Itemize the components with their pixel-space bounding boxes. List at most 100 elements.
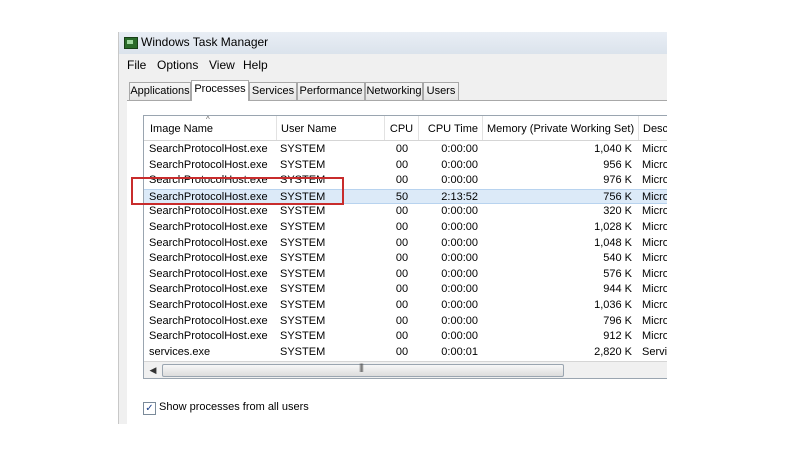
table-row[interactable]: SearchProtocolHost.exe SYSTEM 00 0:00:00 912…: [144, 329, 667, 345]
table-row[interactable]: SearchProtocolHost.exe SYSTEM 00 0:00:00 540…: [144, 251, 667, 267]
column-memory[interactable]: Memory (Private Working Set): [483, 116, 639, 140]
scrollbar-grip-icon: |||: [359, 362, 364, 372]
cell-name: SearchProtocolHost.exe: [149, 190, 268, 203]
cell-time: 0:00:00: [441, 267, 478, 280]
table-row[interactable]: services.exe SYSTEM 00 0:00:01 2,820 K Servic: [144, 345, 667, 361]
cell-desc: Micros: [642, 283, 667, 296]
cell-cpu: 00: [395, 330, 409, 343]
tab-services[interactable]: Services: [249, 82, 297, 100]
cell-time: 0:00:01: [441, 345, 478, 358]
cell-mem: 320 K: [603, 205, 632, 218]
cell-desc: Micros: [642, 221, 667, 233]
title-bar[interactable]: Windows Task Manager: [119, 32, 667, 54]
task-manager-window: Windows Task Manager File Options View H…: [118, 32, 667, 424]
column-cpu[interactable]: CPU: [385, 116, 419, 140]
cell-cpu: 00: [395, 221, 409, 233]
tab-networking[interactable]: Networking: [365, 82, 423, 100]
cell-name: SearchProtocolHost.exe: [149, 143, 268, 155]
menu-view[interactable]: View: [209, 58, 235, 72]
cell-time: 0:00:00: [441, 330, 478, 343]
cell-user: SYSTEM: [280, 299, 326, 311]
tab-applications[interactable]: Applications: [129, 82, 191, 100]
cell-cpu: 00: [395, 267, 409, 280]
cell-time: 0:00:00: [441, 299, 478, 311]
sort-ascending-icon: ^: [206, 116, 210, 124]
cell-desc: Micros: [642, 252, 667, 265]
table-row[interactable]: SearchProtocolHost.exe SYSTEM 00 0:00:00 796…: [144, 314, 667, 330]
cell-name: SearchProtocolHost.exe: [149, 174, 268, 187]
cell-name: SearchProtocolHost.exe: [149, 205, 268, 218]
cell-name: SearchProtocolHost.exe: [149, 221, 268, 233]
horizontal-scrollbar[interactable]: ◀ |||: [144, 361, 667, 378]
cell-desc: Micros: [642, 158, 667, 171]
show-all-users-checkbox[interactable]: ✓: [143, 402, 156, 415]
table-row[interactable]: SearchProtocolHost.exe SYSTEM 00 0:00:00 576…: [144, 267, 667, 283]
column-cpu-time[interactable]: CPU Time: [419, 116, 483, 140]
cell-mem: 1,036 K: [594, 299, 632, 311]
cell-desc: Micros: [642, 205, 667, 218]
cell-user: SYSTEM: [280, 314, 326, 327]
menu-help[interactable]: Help: [243, 58, 268, 72]
cell-user: SYSTEM: [280, 205, 326, 218]
cell-name: SearchProtocolHost.exe: [149, 158, 268, 171]
cell-mem: 1,040 K: [594, 143, 632, 155]
cell-user: SYSTEM: [280, 174, 326, 187]
scroll-left-arrow-icon[interactable]: ◀: [146, 363, 160, 377]
cell-desc: Micros: [642, 174, 667, 187]
window-title: Windows Task Manager: [141, 35, 269, 49]
cell-user: SYSTEM: [280, 236, 326, 249]
cell-mem: 756 K: [603, 190, 632, 203]
table-row[interactable]: SearchProtocolHost.exe SYSTEM 00 0:00:00 1,0…: [144, 142, 667, 158]
cell-mem: 912 K: [603, 330, 632, 343]
cell-cpu: 00: [395, 345, 409, 358]
table-row[interactable]: SearchProtocolHost.exe SYSTEM 00 0:00:00 1,0…: [144, 220, 667, 236]
cell-desc: Servic: [642, 345, 667, 358]
cell-name: SearchProtocolHost.exe: [149, 299, 268, 311]
cell-desc: Micros: [642, 267, 667, 280]
table-row[interactable]: SearchProtocolHost.exe SYSTEM 00 0:00:00 1,0…: [144, 236, 667, 252]
cell-time: 0:00:00: [441, 221, 478, 233]
table-row[interactable]: SearchProtocolHost.exe SYSTEM 50 2:13:52 756…: [144, 188, 667, 205]
cell-mem: 2,820 K: [594, 345, 632, 358]
tab-processes[interactable]: Processes: [191, 80, 249, 101]
cell-desc: Micros: [642, 190, 667, 203]
cell-mem: 1,048 K: [594, 236, 632, 249]
check-icon: ✓: [145, 403, 154, 414]
tab-performance[interactable]: Performance: [297, 82, 365, 100]
table-row[interactable]: SearchProtocolHost.exe SYSTEM 00 0:00:00 320…: [144, 204, 667, 220]
cell-mem: 956 K: [603, 158, 632, 171]
tab-users[interactable]: Users: [423, 82, 459, 100]
menu-file[interactable]: File: [127, 58, 146, 72]
cell-user: SYSTEM: [280, 190, 326, 203]
cell-desc: Micros: [642, 299, 667, 311]
cell-time: 0:00:00: [441, 314, 478, 327]
column-header-row: Image Name ^ User Name CPU CPU Time Memo…: [144, 116, 667, 141]
cell-name: SearchProtocolHost.exe: [149, 267, 268, 280]
cell-cpu: 00: [395, 236, 409, 249]
column-description[interactable]: Descr: [639, 116, 667, 140]
cell-user: SYSTEM: [280, 143, 326, 155]
menu-options[interactable]: Options: [157, 58, 198, 72]
cell-cpu: 50: [395, 190, 409, 203]
process-list[interactable]: Image Name ^ User Name CPU CPU Time Memo…: [143, 115, 667, 379]
cell-mem: 540 K: [603, 252, 632, 265]
cell-time: 0:00:00: [441, 158, 478, 171]
cell-time: 0:00:00: [441, 252, 478, 265]
cell-name: SearchProtocolHost.exe: [149, 330, 268, 343]
column-user-name[interactable]: User Name: [277, 116, 385, 140]
table-row[interactable]: SearchProtocolHost.exe SYSTEM 00 0:00:00 976…: [144, 173, 667, 189]
cell-time: 2:13:52: [441, 190, 478, 203]
cell-user: SYSTEM: [280, 267, 326, 280]
cell-cpu: 00: [395, 143, 409, 155]
table-row[interactable]: SearchProtocolHost.exe SYSTEM 00 0:00:00 956…: [144, 158, 667, 174]
table-row[interactable]: SearchProtocolHost.exe SYSTEM 00 0:00:00 944…: [144, 282, 667, 298]
cell-cpu: 00: [395, 283, 409, 296]
cell-cpu: 00: [395, 174, 409, 187]
table-row[interactable]: SearchProtocolHost.exe SYSTEM 00 0:00:00 1,0…: [144, 298, 667, 314]
cell-mem: 576 K: [603, 267, 632, 280]
column-image-name[interactable]: Image Name ^: [144, 116, 277, 140]
processes-panel: Image Name ^ User Name CPU CPU Time Memo…: [127, 100, 667, 424]
scrollbar-thumb[interactable]: |||: [162, 362, 564, 377]
show-all-users-label: Show processes from all users: [159, 401, 309, 413]
cell-mem: 944 K: [603, 283, 632, 296]
